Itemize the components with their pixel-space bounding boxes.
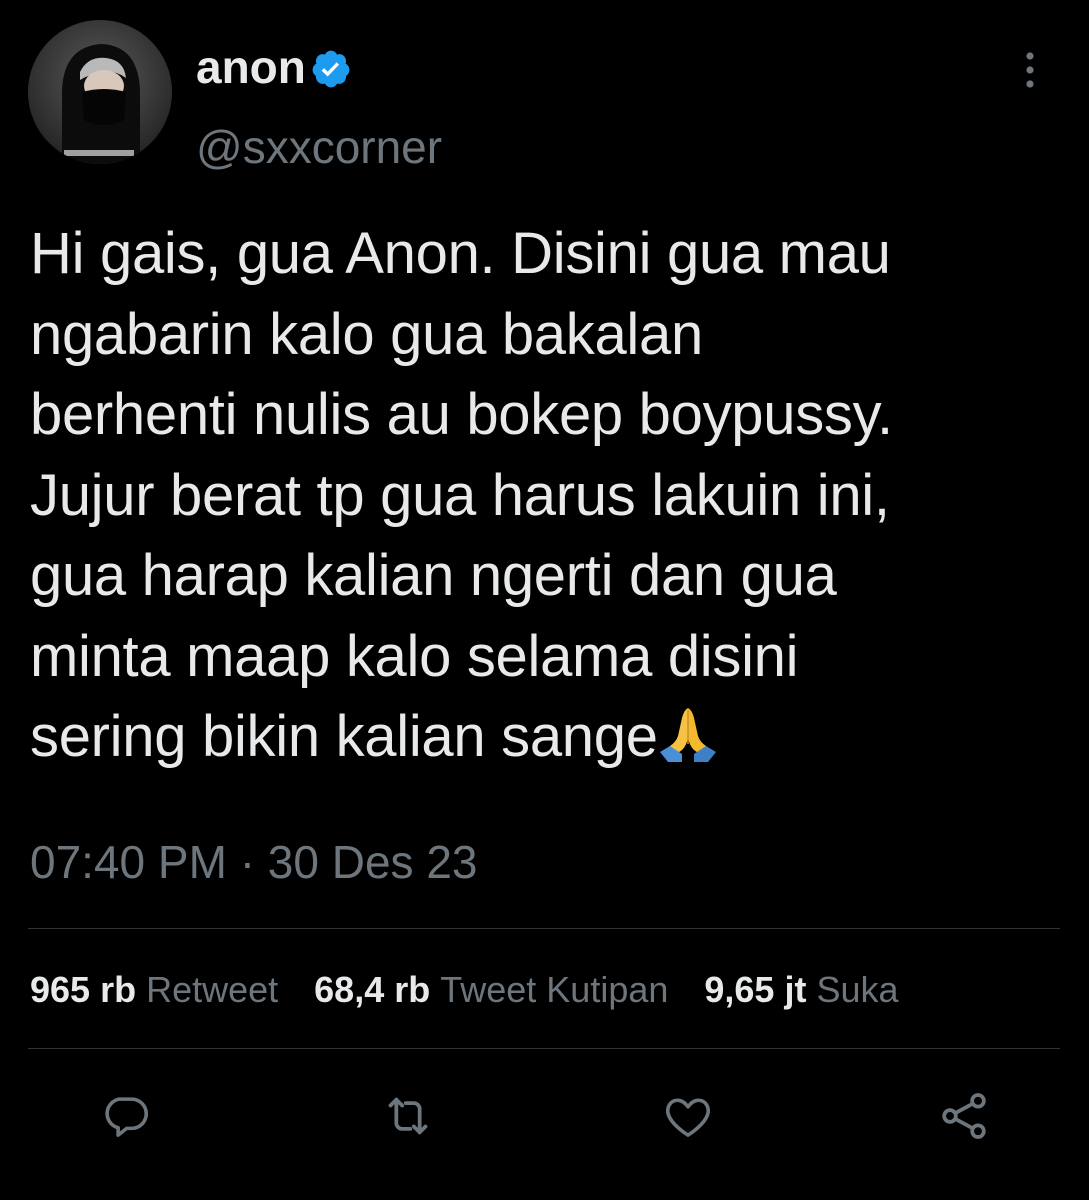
tweet-line: berhenti nulis au bokep boypussy. [30, 382, 893, 447]
like-button[interactable] [658, 1086, 718, 1146]
divider-bottom [28, 1048, 1060, 1049]
likes-count: 9,65 jt [704, 969, 807, 1010]
folded-hands-emoji [658, 697, 718, 778]
avatar-image [28, 20, 172, 164]
quotes-count: 68,4 rb [314, 969, 431, 1010]
retweets-label: Retweet [146, 969, 279, 1010]
share-button[interactable] [934, 1086, 994, 1146]
tweet-date: 30 Des 23 [267, 836, 478, 888]
action-bar [0, 1086, 1089, 1146]
tweet-time: 07:40 PM [30, 836, 227, 888]
verified-badge-icon [310, 48, 352, 90]
tweet-line: sering bikin kalian sange [30, 704, 658, 769]
divider-top [28, 928, 1060, 929]
share-icon [942, 1093, 986, 1139]
tweet-line: ngabarin kalo gua bakalan [30, 301, 703, 367]
retweet-icon [388, 1097, 428, 1135]
retweets-count: 965 rb [30, 969, 137, 1010]
reply-button[interactable] [96, 1086, 156, 1146]
heart-icon [666, 1098, 710, 1137]
reply-icon [105, 1097, 148, 1137]
more-vertical-icon[interactable] [1016, 48, 1044, 92]
tweet-line: gua harap kalian ngerti dan gua [30, 543, 837, 608]
meta-separator: · [239, 836, 256, 888]
tweet-timestamp[interactable]: 07:40 PM · 30 Des 23 [30, 834, 478, 890]
tweet-line: Jujur berat tp gua harus lakuin ini, [30, 462, 890, 528]
retweet-button[interactable] [378, 1086, 438, 1146]
likes-stat[interactable]: 9,65 jt Suka [704, 966, 898, 1014]
retweets-stat[interactable]: 965 rb Retweet [30, 966, 278, 1014]
tweet-line: Hi gais, gua Anon. Disini gua mau [30, 221, 891, 286]
user-name-row[interactable]: anon [196, 38, 352, 96]
avatar[interactable] [28, 20, 172, 164]
tweet-text: Hi gais, gua Anon. Disini gua mau ngabar… [30, 214, 1080, 778]
quotes-label: Tweet Kutipan [440, 969, 669, 1010]
user-handle[interactable]: @sxxcorner [196, 118, 442, 176]
likes-label: Suka [816, 969, 899, 1010]
tweet-stats: 965 rb Retweet 68,4 rb Tweet Kutipan 9,6… [30, 966, 935, 1014]
display-name[interactable]: anon [196, 38, 306, 96]
quotes-stat[interactable]: 68,4 rb Tweet Kutipan [314, 966, 668, 1014]
tweet-line: minta maap kalo selama disini [30, 623, 799, 689]
